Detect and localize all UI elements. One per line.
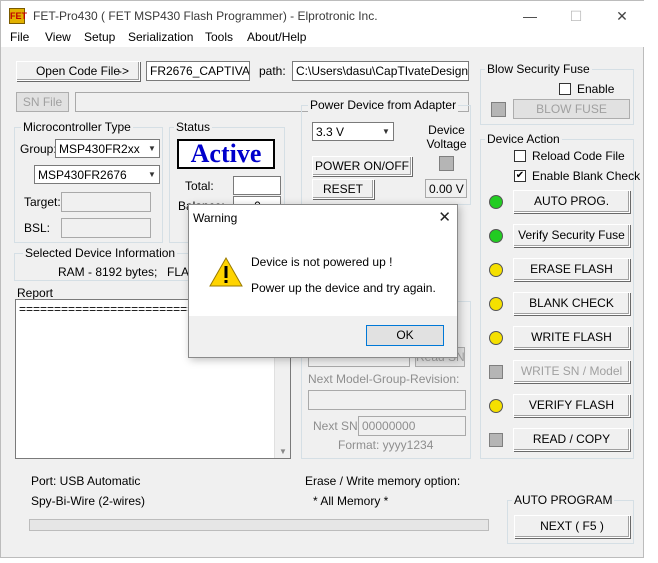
target-field [61, 192, 151, 212]
enable-blank-checkbox[interactable]: ✔ [514, 170, 526, 182]
open-arrow: -> [117, 64, 129, 78]
voltage-select-value: 3.3 V [316, 125, 345, 139]
port-label: Port: USB Automatic [31, 474, 141, 488]
voltage-select[interactable]: 3.3 V ▼ [312, 122, 394, 141]
total-field [233, 176, 281, 195]
verify-flash-button[interactable]: VERIFY FLASH [513, 394, 630, 417]
next-sn-field: 00000000 [358, 416, 466, 436]
menu-serialization[interactable]: Serialization [128, 30, 193, 44]
path-field[interactable]: C:\Users\dasu\CapTIvateDesignCen [292, 61, 469, 81]
menu-view[interactable]: View [45, 30, 71, 44]
open-code-file-button[interactable]: Open Code File -> [16, 61, 140, 81]
warning-dialog: Warning ✕ Device is not powered up ! Pow… [188, 204, 458, 358]
main-window: FET FET-Pro430 ( FET MSP430 Flash Progra… [0, 0, 645, 558]
enable-fuse-checkbox[interactable] [559, 83, 571, 95]
erase-option-label: Erase / Write memory option: [305, 474, 461, 488]
sn-file-button[interactable]: SN File [16, 92, 69, 112]
report-title: Report [17, 286, 54, 300]
blank-check-led [489, 297, 503, 311]
code-filename-field[interactable]: FR2676_CAPTIVATE [146, 61, 250, 81]
next-sn-label: Next SN: [313, 419, 362, 433]
fuse-indicator [491, 102, 506, 117]
reload-code-checkbox[interactable] [514, 150, 526, 162]
menu-file[interactable]: File [10, 30, 29, 44]
menu-about-help[interactable]: About/Help [247, 30, 306, 44]
bsl-field [61, 218, 151, 238]
report-content: ========================== [19, 302, 202, 316]
read-copy-led [489, 433, 503, 447]
chevron-down-icon: ▼ [382, 127, 390, 136]
security-fuse-title: Blow Security Fuse [485, 62, 592, 76]
dialog-ok-button[interactable]: OK [366, 325, 444, 346]
dialog-message: Device is not powered up ! [251, 255, 393, 269]
verify-fuse-led [489, 229, 503, 243]
device-select-value: MSP430FR2676 [38, 168, 127, 182]
erase-option-value: * All Memory * [313, 494, 389, 508]
auto-prog-button[interactable]: AUTO PROG. [513, 190, 630, 213]
write-sn-led [489, 365, 503, 379]
open-code-file-label: Open Code File [35, 64, 121, 78]
device-voltage-label: Device Voltage [426, 123, 467, 151]
mode-label: Spy-Bi-Wire (2-wires) [31, 494, 145, 508]
scroll-down-icon[interactable]: ▼ [275, 447, 290, 456]
dialog-title: Warning [193, 211, 238, 225]
dialog-title-bar: Warning ✕ [189, 205, 457, 231]
blank-check-button[interactable]: BLANK CHECK [513, 292, 630, 315]
total-label: Total: [185, 179, 214, 193]
chevron-down-icon: ▼ [148, 144, 156, 153]
chevron-down-icon: ▼ [148, 170, 156, 179]
dialog-body: Device is not powered up ! Power up the … [189, 231, 457, 316]
erase-flash-led [489, 263, 503, 277]
app-icon: FET [9, 8, 27, 24]
bsl-label: BSL: [24, 221, 51, 235]
status-title: Status [174, 120, 213, 134]
enable-fuse-label: Enable [577, 82, 615, 96]
format-label: Format: yyyy1234 [338, 438, 434, 452]
menu-setup[interactable]: Setup [84, 30, 115, 44]
target-label: Target: [24, 195, 61, 209]
power-title: Power Device from Adapter [308, 98, 459, 112]
ram-info: RAM - 8192 bytes; [58, 265, 158, 279]
write-flash-led [489, 331, 503, 345]
dialog-close-button[interactable]: ✕ [438, 208, 451, 226]
auto-program-title: AUTO PROGRAM [512, 493, 615, 507]
read-copy-button[interactable]: READ / COPY [513, 428, 630, 451]
warning-icon [209, 256, 243, 287]
progress-bar [29, 519, 489, 531]
voltage-indicator [439, 156, 454, 171]
status-active-display: Active [177, 139, 275, 169]
window-title: FET-Pro430 ( FET MSP430 Flash Programmer… [33, 9, 378, 23]
device-action-title: Device Action [485, 132, 562, 146]
voltage-readout: 0.00 V [425, 179, 467, 198]
mcu-type-title: Microcontroller Type [21, 120, 133, 134]
auto-prog-led [489, 195, 503, 209]
reset-button[interactable]: RESET [312, 179, 374, 199]
dialog-submessage: Power up the device and try again. [251, 281, 436, 295]
menu-bar: File View Setup Serialization Tools Abou… [1, 27, 645, 47]
verify-flash-led [489, 399, 503, 413]
next-button[interactable]: NEXT ( F5 ) [514, 515, 630, 538]
next-model-field [308, 390, 466, 410]
write-flash-button[interactable]: WRITE FLASH [513, 326, 630, 349]
next-model-label: Next Model-Group-Revision: [308, 372, 460, 386]
selected-device-title: Selected Device Information [23, 246, 178, 260]
blow-fuse-button[interactable]: BLOW FUSE [513, 99, 630, 119]
enable-blank-label: Enable Blank Check [532, 169, 641, 183]
group-label: Group: [20, 142, 57, 156]
erase-flash-button[interactable]: ERASE FLASH [513, 258, 630, 281]
menu-tools[interactable]: Tools [205, 30, 233, 44]
write-sn-model-button[interactable]: WRITE SN / Model [513, 360, 630, 383]
group-select-value: MSP430FR2xx [59, 142, 140, 156]
verify-security-fuse-button[interactable]: Verify Security Fuse [513, 224, 630, 247]
path-label: path: [259, 64, 286, 78]
device-select[interactable]: MSP430FR2676 ▼ [34, 165, 160, 184]
reload-code-label: Reload Code File [532, 149, 625, 163]
power-on-off-button[interactable]: POWER ON/OFF [312, 156, 412, 176]
group-select[interactable]: MSP430FR2xx ▼ [55, 139, 160, 158]
